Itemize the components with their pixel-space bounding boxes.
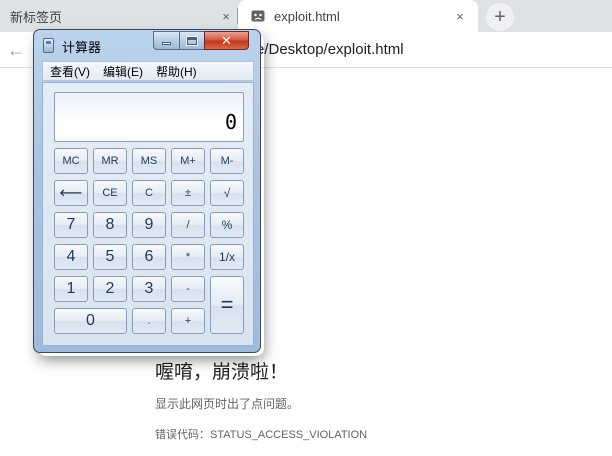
tab-close-icon[interactable]: ×	[218, 8, 234, 24]
tab-exploit[interactable]: exploit.html ×	[238, 0, 478, 32]
calculator-body: 0 MC MR MS M+ M- ⟵ CE C ± √ 7 8 9 / % 4 …	[42, 82, 254, 346]
maximize-button[interactable]	[179, 31, 204, 50]
close-button[interactable]: ✕	[204, 31, 249, 50]
percent-button[interactable]: %	[210, 212, 244, 238]
calculator-icon	[43, 38, 54, 53]
m-minus-button[interactable]: M-	[210, 148, 244, 174]
sqrt-button[interactable]: √	[210, 180, 244, 206]
menu-view[interactable]: 查看(V)	[50, 63, 90, 80]
reciprocal-button[interactable]: 1/x	[210, 244, 244, 270]
caption-buttons: ✕	[153, 31, 249, 50]
tab-label: 新标签页	[10, 9, 63, 25]
digit-8-button[interactable]: 8	[93, 212, 127, 238]
digit-3-button[interactable]: 3	[132, 276, 166, 302]
calculator-window[interactable]: 计算器 ✕ 查看(V) 编辑(E) 帮助(H) 0 MC MR MS M+ M-…	[33, 29, 261, 353]
decimal-button[interactable]: .	[132, 308, 166, 334]
digit-9-button[interactable]: 9	[132, 212, 166, 238]
digit-4-button[interactable]: 4	[54, 244, 88, 270]
calculator-title: 计算器	[62, 40, 102, 55]
tab-new-tab[interactable]: 新标签页 ×	[0, 0, 238, 32]
minimize-icon	[162, 42, 171, 45]
menu-help[interactable]: 帮助(H)	[156, 63, 197, 80]
tab-close-icon[interactable]: ×	[452, 8, 468, 24]
digit-0-button[interactable]: 0	[54, 308, 127, 334]
error-description: 显示此网页时出了点问题。	[155, 397, 300, 411]
mc-button[interactable]: MC	[54, 148, 88, 174]
calculator-titlebar[interactable]: 计算器 ✕	[34, 30, 260, 60]
crashed-page-icon	[250, 8, 266, 24]
menu-edit[interactable]: 编辑(E)	[103, 63, 143, 80]
backspace-button[interactable]: ⟵	[54, 180, 88, 206]
clear-button[interactable]: C	[132, 180, 166, 206]
digit-2-button[interactable]: 2	[93, 276, 127, 302]
mr-button[interactable]: MR	[93, 148, 127, 174]
back-arrow-icon[interactable]: ←	[4, 38, 28, 62]
ce-button[interactable]: CE	[93, 180, 127, 206]
error-title: 喔唷，崩溃啦！	[155, 362, 289, 383]
digit-7-button[interactable]: 7	[54, 212, 88, 238]
new-tab-button[interactable]: +	[486, 3, 514, 31]
tab-strip: 新标签页 × exploit.html × +	[0, 0, 612, 32]
m-plus-button[interactable]: M+	[171, 148, 205, 174]
minus-button[interactable]: -	[171, 276, 205, 302]
digit-5-button[interactable]: 5	[93, 244, 127, 270]
digit-6-button[interactable]: 6	[132, 244, 166, 270]
calculator-display: 0	[54, 92, 244, 142]
ms-button[interactable]: MS	[132, 148, 166, 174]
multiply-button[interactable]: *	[171, 244, 205, 270]
tab-label: exploit.html	[274, 8, 340, 24]
address-bar-text[interactable]: e/Desktop/exploit.html	[256, 41, 404, 58]
calculator-menubar: 查看(V) 编辑(E) 帮助(H)	[42, 61, 254, 81]
maximize-icon	[186, 35, 198, 46]
error-code: 错误代码：STATUS_ACCESS_VIOLATION	[155, 429, 368, 441]
display-value: 0	[224, 110, 237, 134]
minimize-button[interactable]	[153, 31, 179, 50]
equals-button[interactable]: =	[210, 276, 244, 334]
divide-button[interactable]: /	[171, 212, 205, 238]
plus-button[interactable]: +	[171, 308, 205, 334]
digit-1-button[interactable]: 1	[54, 276, 88, 302]
plus-minus-button[interactable]: ±	[171, 180, 205, 206]
close-icon: ✕	[221, 32, 232, 48]
